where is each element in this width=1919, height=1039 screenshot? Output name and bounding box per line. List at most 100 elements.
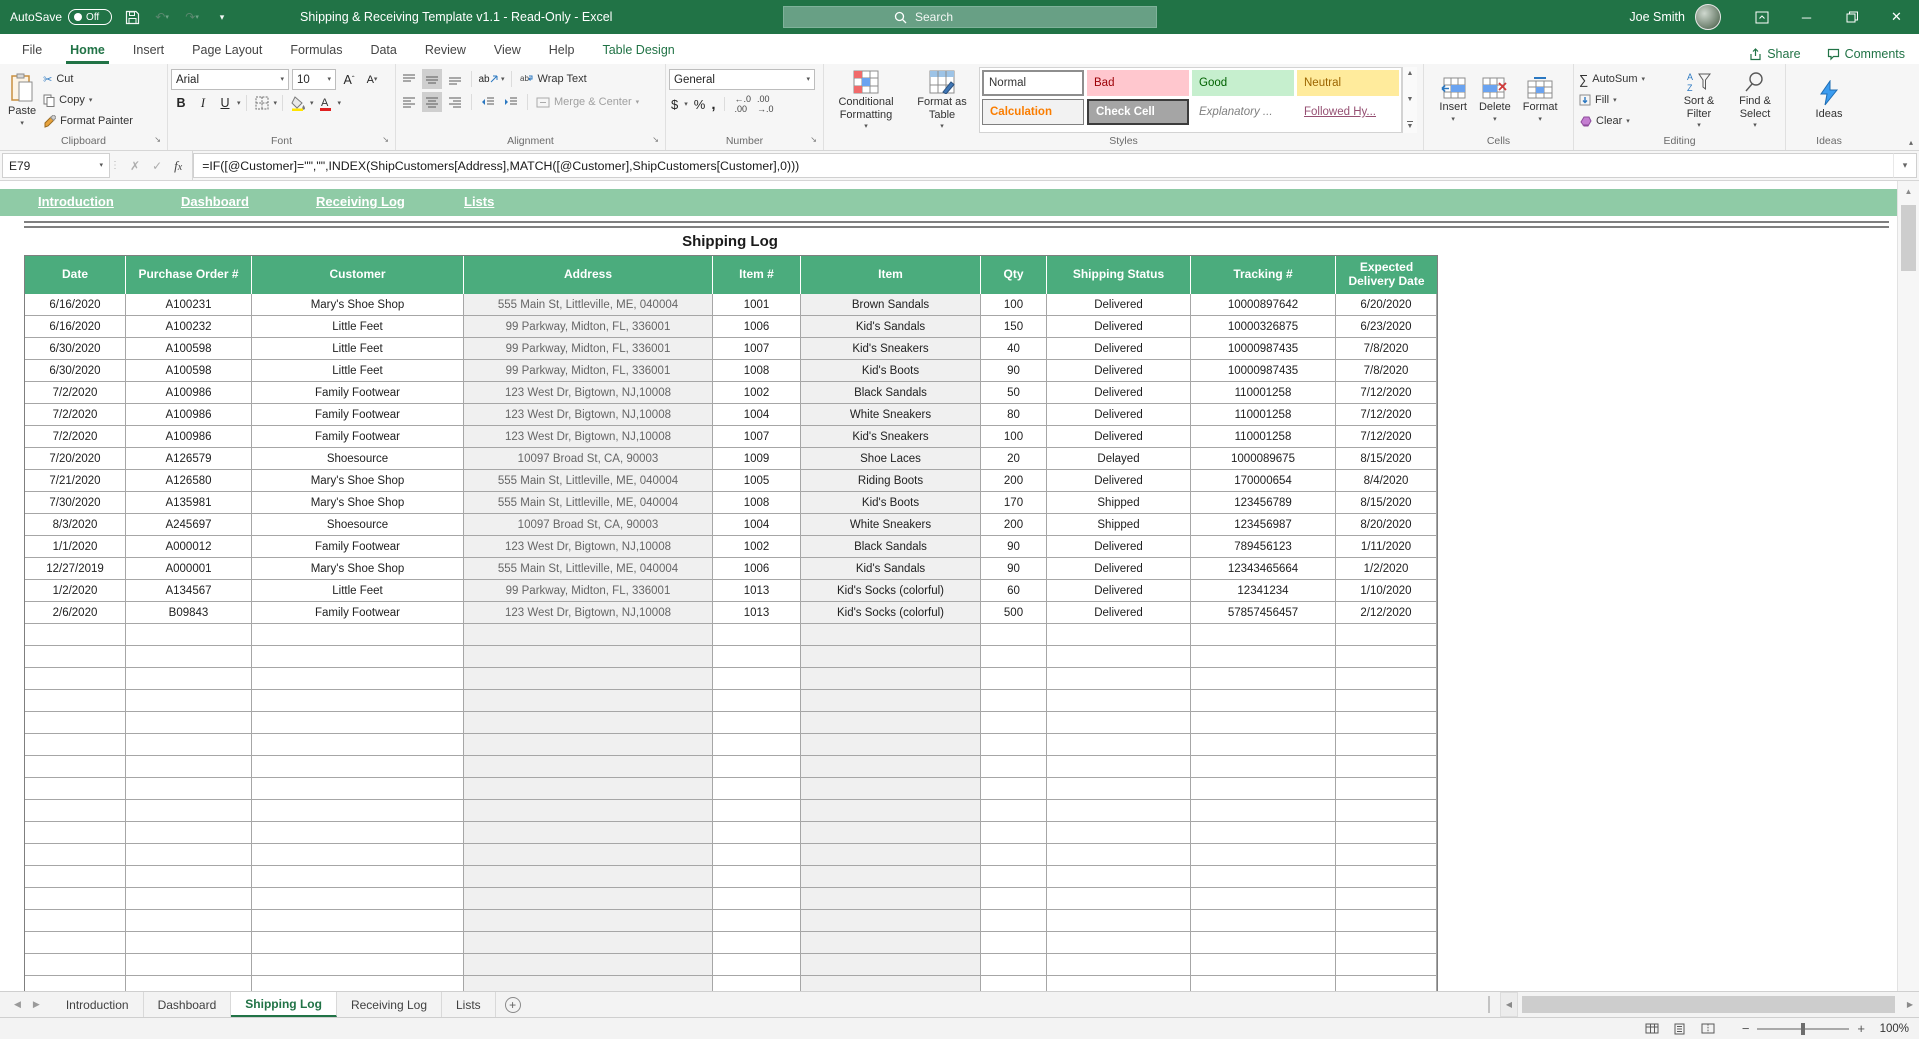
- cell[interactable]: [713, 646, 801, 668]
- tab-scroll-splitter[interactable]: [1488, 996, 1492, 1013]
- cell[interactable]: 6/30/2020: [25, 360, 126, 382]
- cell[interactable]: A245697: [126, 514, 252, 536]
- cell[interactable]: 99 Parkway, Midton, FL, 336001: [464, 338, 713, 360]
- cell[interactable]: 123 West Dr, Bigtown, NJ,10008: [464, 536, 713, 558]
- cell[interactable]: Delivered: [1047, 382, 1191, 404]
- cell[interactable]: A100986: [126, 382, 252, 404]
- fill-button[interactable]: Fill▾: [1577, 90, 1669, 110]
- cell[interactable]: A100598: [126, 360, 252, 382]
- cell[interactable]: 8/4/2020: [1336, 470, 1437, 492]
- cell[interactable]: Black Sandals: [801, 536, 981, 558]
- cell[interactable]: [801, 976, 981, 991]
- cell[interactable]: 8/15/2020: [1336, 492, 1437, 514]
- cell[interactable]: [25, 976, 126, 991]
- tab-help[interactable]: Help: [535, 37, 589, 64]
- cell[interactable]: [464, 954, 713, 976]
- cell[interactable]: [801, 888, 981, 910]
- cell[interactable]: [1336, 954, 1437, 976]
- cell[interactable]: 6/23/2020: [1336, 316, 1437, 338]
- cell[interactable]: 7/21/2020: [25, 470, 126, 492]
- cell[interactable]: 99 Parkway, Midton, FL, 336001: [464, 580, 713, 602]
- gallery-up-icon[interactable]: ▲: [1407, 70, 1414, 77]
- cell[interactable]: 7/8/2020: [1336, 338, 1437, 360]
- cell[interactable]: [1336, 624, 1437, 646]
- cell[interactable]: [1047, 734, 1191, 756]
- cell[interactable]: Family Footwear: [252, 536, 464, 558]
- cell[interactable]: [1047, 822, 1191, 844]
- gallery-down-icon[interactable]: ▼: [1407, 96, 1414, 103]
- cell[interactable]: Shipped: [1047, 492, 1191, 514]
- cell[interactable]: 40: [981, 338, 1047, 360]
- bold-button[interactable]: B: [171, 93, 191, 113]
- redo-icon[interactable]: ↷▾: [182, 6, 202, 28]
- cell[interactable]: [1191, 910, 1336, 932]
- cell[interactable]: [801, 646, 981, 668]
- cell[interactable]: [801, 734, 981, 756]
- nav-link-introduction[interactable]: Introduction: [38, 194, 114, 209]
- cell[interactable]: Delivered: [1047, 404, 1191, 426]
- cell[interactable]: A100986: [126, 404, 252, 426]
- restore-button[interactable]: [1829, 0, 1874, 34]
- cell[interactable]: [464, 668, 713, 690]
- cell[interactable]: [713, 712, 801, 734]
- nav-link-lists[interactable]: Lists: [464, 194, 494, 209]
- cell[interactable]: [801, 690, 981, 712]
- cell[interactable]: 90: [981, 360, 1047, 382]
- sheet-next-icon[interactable]: ▶: [33, 999, 40, 1010]
- align-center-icon[interactable]: [422, 92, 442, 112]
- normal-view-icon[interactable]: [1640, 1020, 1664, 1038]
- cell[interactable]: 123 West Dr, Bigtown, NJ,10008: [464, 602, 713, 624]
- cell[interactable]: 7/12/2020: [1336, 382, 1437, 404]
- cell[interactable]: 555 Main St, Littleville, ME, 040004: [464, 470, 713, 492]
- cell[interactable]: [1336, 690, 1437, 712]
- cell[interactable]: [25, 734, 126, 756]
- cell[interactable]: [981, 756, 1047, 778]
- cell[interactable]: 12/27/2019: [25, 558, 126, 580]
- cell[interactable]: [126, 646, 252, 668]
- cell[interactable]: [25, 646, 126, 668]
- cell[interactable]: Delayed: [1047, 448, 1191, 470]
- cell[interactable]: 2/6/2020: [25, 602, 126, 624]
- column-header-9[interactable]: Tracking #: [1191, 256, 1336, 294]
- zoom-in-icon[interactable]: +: [1857, 1022, 1865, 1035]
- cell[interactable]: [25, 624, 126, 646]
- cell[interactable]: 123 West Dr, Bigtown, NJ,10008: [464, 426, 713, 448]
- cell[interactable]: [252, 800, 464, 822]
- cell[interactable]: [1191, 712, 1336, 734]
- cell[interactable]: [981, 954, 1047, 976]
- cell[interactable]: Shoe Laces: [801, 448, 981, 470]
- gallery-more-icon[interactable]: ▼: [1407, 121, 1414, 130]
- cell[interactable]: 7/30/2020: [25, 492, 126, 514]
- cell[interactable]: [252, 668, 464, 690]
- cell[interactable]: 8/15/2020: [1336, 448, 1437, 470]
- cell[interactable]: [713, 778, 801, 800]
- cell[interactable]: [1047, 888, 1191, 910]
- cell[interactable]: Kid's Boots: [801, 360, 981, 382]
- close-button[interactable]: ✕: [1874, 0, 1919, 34]
- cell[interactable]: [1191, 976, 1336, 991]
- column-header-1[interactable]: Date: [25, 256, 126, 294]
- cell[interactable]: [713, 910, 801, 932]
- sort-filter-button[interactable]: AZ Sort & Filter▾: [1673, 67, 1725, 133]
- zoom-out-icon[interactable]: −: [1742, 1022, 1750, 1035]
- cell[interactable]: 1/10/2020: [1336, 580, 1437, 602]
- collapse-ribbon-icon[interactable]: ▴: [1909, 138, 1913, 147]
- cell[interactable]: [1047, 976, 1191, 991]
- cell[interactable]: 110001258: [1191, 382, 1336, 404]
- cell[interactable]: 555 Main St, Littleville, ME, 040004: [464, 294, 713, 316]
- column-header-10[interactable]: Expected Delivery Date: [1336, 256, 1437, 294]
- cell[interactable]: [1336, 866, 1437, 888]
- cell[interactable]: 7/8/2020: [1336, 360, 1437, 382]
- cell[interactable]: [1047, 954, 1191, 976]
- cell[interactable]: [713, 734, 801, 756]
- cell[interactable]: 123456987: [1191, 514, 1336, 536]
- cell[interactable]: 1008: [713, 492, 801, 514]
- cell[interactable]: [252, 712, 464, 734]
- column-header-8[interactable]: Shipping Status: [1047, 256, 1191, 294]
- cell[interactable]: Brown Sandals: [801, 294, 981, 316]
- cell[interactable]: [1336, 910, 1437, 932]
- cell[interactable]: Kid's Boots: [801, 492, 981, 514]
- cell[interactable]: 1/1/2020: [25, 536, 126, 558]
- increase-indent-icon[interactable]: [501, 92, 521, 112]
- cell[interactable]: [126, 866, 252, 888]
